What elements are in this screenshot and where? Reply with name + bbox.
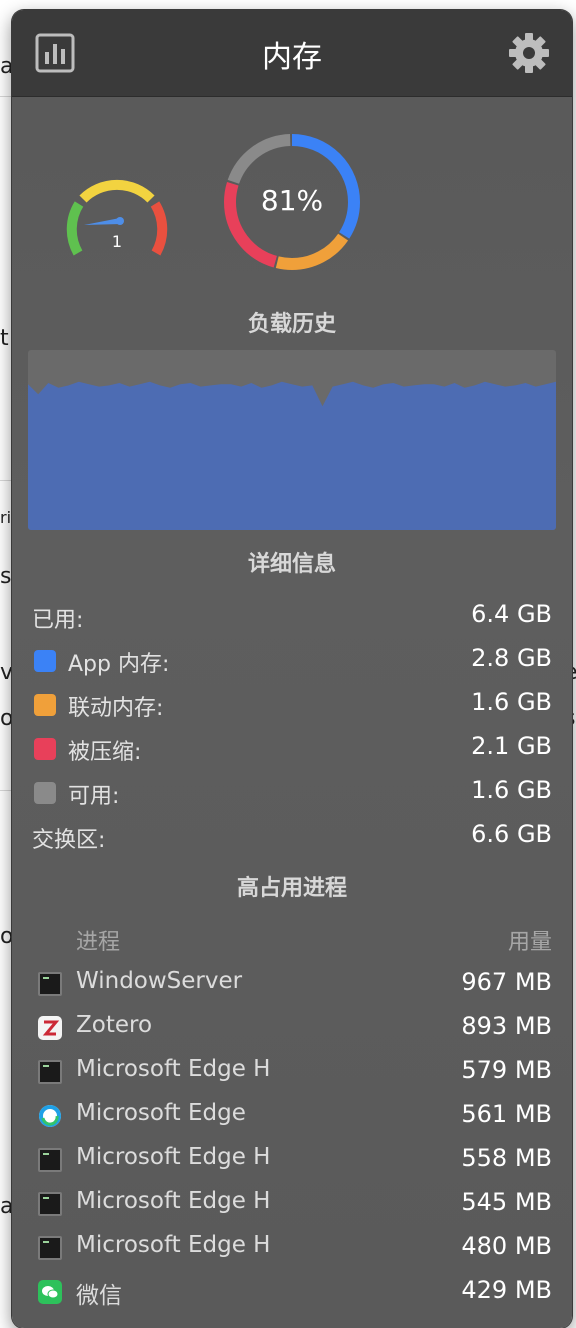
process-name: Microsoft Edge H	[76, 1144, 271, 1170]
detail-label: 可用:	[68, 784, 120, 809]
popover-title: 内存	[262, 40, 322, 75]
process-usage: 579 MB	[461, 1056, 552, 1084]
process-name: WindowServer	[76, 968, 243, 994]
detail-value: 6.4 GB	[471, 600, 552, 628]
process-row[interactable]: Microsoft Edge H 579 MB	[38, 1052, 552, 1092]
detail-row-used: 已用: 6.4 GB	[32, 596, 552, 636]
top-processes-title: 高占用进程	[236, 876, 347, 901]
process-usage: 480 MB	[461, 1232, 552, 1260]
process-usage: 429 MB	[461, 1276, 552, 1304]
detail-value: 1.6 GB	[471, 776, 552, 804]
detail-label: 已用:	[32, 608, 84, 633]
terminal-icon	[38, 1060, 62, 1084]
detail-row-swap: 交换区: 6.6 GB	[32, 816, 552, 856]
memory-usage-ring: 81%	[220, 130, 364, 274]
process-name: Microsoft Edge H	[76, 1232, 271, 1258]
memory-pressure-gauge: 1	[62, 168, 172, 268]
process-usage: 967 MB	[461, 968, 552, 996]
column-header-process: 进程	[76, 930, 121, 955]
detail-value: 2.1 GB	[471, 732, 552, 760]
color-swatch	[34, 738, 56, 760]
process-row[interactable]: Microsoft Edge 561 MB	[38, 1096, 552, 1136]
detail-row-compressed: 被压缩: 2.1 GB	[32, 728, 552, 768]
background-divider	[0, 480, 12, 481]
detail-value: 6.6 GB	[471, 820, 552, 848]
process-usage: 893 MB	[461, 1012, 552, 1040]
process-usage: 561 MB	[461, 1100, 552, 1128]
column-header-usage: 用量	[507, 930, 552, 955]
terminal-icon	[38, 1192, 62, 1216]
process-row[interactable]: 微信 429 MB	[38, 1272, 552, 1312]
load-history-chart	[28, 350, 556, 530]
details-title: 详细信息	[247, 552, 336, 577]
process-name: Zotero	[76, 1012, 153, 1038]
process-usage: 558 MB	[461, 1144, 552, 1172]
detail-row-app-memory: App 内存: 2.8 GB	[32, 640, 552, 680]
process-row[interactable]: Zotero 893 MB	[38, 1008, 552, 1048]
detail-label: 交换区:	[32, 828, 106, 853]
detail-value: 2.8 GB	[471, 644, 552, 672]
background-text-fragment: ri	[0, 508, 12, 527]
edge-icon	[38, 1104, 62, 1128]
process-row[interactable]: WindowServer 967 MB	[38, 964, 552, 1004]
detail-label: App 内存:	[68, 652, 170, 677]
memory-popover: 内存 1 81% 负载历史 详细信息 已用: 6.4 GB App 内存: 2.…	[12, 10, 572, 1328]
process-name: Microsoft Edge	[76, 1100, 246, 1126]
color-swatch	[34, 650, 56, 672]
process-row[interactable]: Microsoft Edge H 558 MB	[38, 1140, 552, 1180]
detail-label: 联动内存:	[68, 696, 164, 721]
pressure-value: 1	[111, 232, 123, 251]
detail-row-wired-memory: 联动内存: 1.6 GB	[32, 684, 552, 724]
process-row[interactable]: Microsoft Edge H 545 MB	[38, 1184, 552, 1224]
popover-header: 内存	[12, 10, 572, 97]
detail-value: 1.6 GB	[471, 688, 552, 716]
wechat-icon	[38, 1280, 62, 1304]
terminal-icon	[38, 972, 62, 996]
process-table-header: 进程 用量	[38, 920, 552, 960]
detail-row-free: 可用: 1.6 GB	[32, 772, 552, 812]
color-swatch	[34, 694, 56, 716]
process-usage: 545 MB	[461, 1188, 552, 1216]
background-divider	[0, 790, 12, 791]
detail-label: 被压缩:	[68, 740, 142, 765]
terminal-icon	[38, 1236, 62, 1260]
zotero-icon	[38, 1016, 62, 1040]
terminal-icon	[38, 1148, 62, 1172]
process-row[interactable]: Microsoft Edge H 480 MB	[38, 1228, 552, 1268]
process-name: Microsoft Edge H	[76, 1188, 271, 1214]
background-text-fragment: t	[0, 326, 9, 351]
gear-icon[interactable]	[508, 32, 550, 74]
process-name: 微信	[76, 1283, 122, 1309]
history-area	[28, 378, 556, 530]
process-name: Microsoft Edge H	[76, 1056, 271, 1082]
usage-percent: 81%	[260, 184, 324, 217]
background-divider	[0, 96, 12, 97]
history-title: 负载历史	[247, 312, 336, 337]
color-swatch	[34, 782, 56, 804]
